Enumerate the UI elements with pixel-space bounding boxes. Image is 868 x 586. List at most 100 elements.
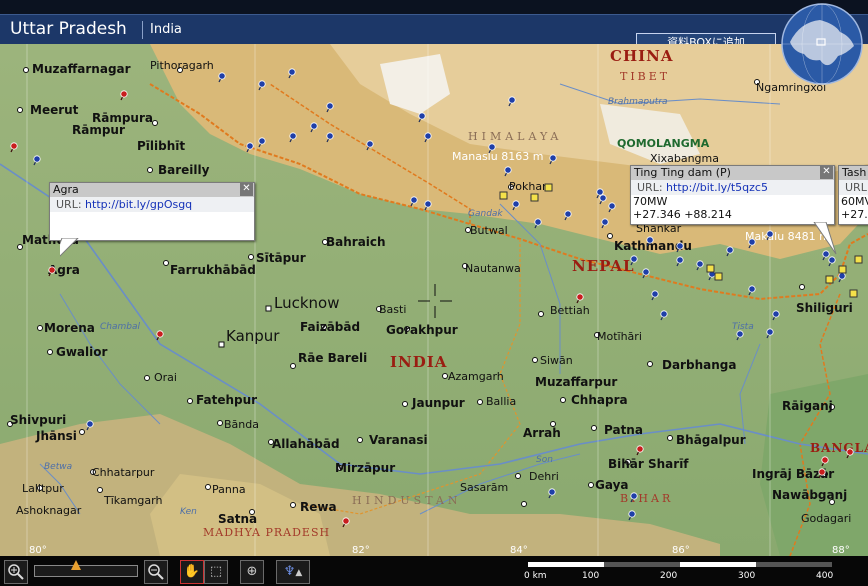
label-chhatarpur: Chhatarpur (92, 466, 155, 479)
popup-tash-coords: +27.3 (841, 208, 868, 221)
popup-agra-header: Agra ✕ (50, 183, 254, 197)
label-azamgarh: Azamgarh (448, 370, 504, 383)
pin-filter-button[interactable]: ♆▲ (276, 560, 310, 584)
label-china: CHINA (610, 47, 673, 65)
label-manaslu: Manaslu 8163 m (452, 150, 543, 163)
label-ashoknagar: Ashoknagar (16, 504, 82, 517)
title-separator (142, 21, 143, 39)
label-bahraich: Bahraich (326, 235, 386, 249)
popup-agra-url-label: URL: (56, 198, 82, 211)
label-basti: Basti (379, 303, 406, 316)
label-varanasi: Varanasi (369, 433, 428, 447)
label-bangla: BANGLA (810, 441, 868, 455)
label-deg-82: 82° (352, 545, 370, 556)
scale-bar: 0 km 100 200 300 400 (520, 561, 836, 581)
label-gwalior: Gwalior (56, 345, 108, 359)
label-motihari: Motīhāri (597, 330, 642, 343)
label-gaya: Gaya (595, 478, 629, 492)
label-kanpur: Kanpur (226, 327, 280, 345)
label-faizabad: Faizābād (300, 320, 360, 334)
label-darbhanga: Darbhanga (662, 358, 736, 372)
label-lalitpur: Lalitpur (22, 482, 64, 495)
label-deg-86: 86° (672, 545, 690, 556)
popup-ting-capacity: 70MW (633, 195, 668, 208)
popup-ting-ting-dam: Ting Ting dam (P) ✕ URL: http://bit.ly/t… (630, 165, 835, 225)
popup-ting-coords: +27.346 +88.214 (633, 208, 732, 221)
label-deg-84: 84° (510, 545, 528, 556)
map-app: Uttar Pradesh India 資料BOXに追加 CHINA NEPAL… (0, 0, 868, 586)
popup-ting-url-link[interactable]: http://bit.ly/t5qzc5 (666, 181, 768, 194)
label-betwa: Betwa (44, 462, 72, 472)
chevron-up-icon: ▲ (295, 568, 303, 578)
overview-globe[interactable] (780, 2, 864, 86)
zoom-in-button[interactable] (4, 560, 28, 584)
title-bar: Uttar Pradesh India 資料BOXに追加 (0, 14, 868, 53)
popup-tash-capacity: 60MV (841, 195, 868, 208)
popup-tash-header: Tash (839, 166, 868, 180)
label-shivpuri: Shivpuri (10, 413, 66, 427)
label-bareilly: Bareilly (158, 163, 210, 177)
label-madhya-pradesh: MADHYA PRADESH (203, 526, 330, 539)
zoom-slider[interactable] (34, 560, 138, 577)
label-rampur: Rāmpur (72, 123, 125, 137)
label-mirzapur: Mirzāpur (335, 461, 395, 475)
label-nautanwa: Nautanwa (465, 262, 521, 275)
label-bettiah: Bettiah (550, 304, 590, 317)
label-tibet: TIBET (620, 70, 670, 83)
label-deg-80: 80° (29, 545, 47, 556)
label-patna: Patna (604, 423, 643, 437)
label-tikamgarh: Tīkamgarh (103, 494, 162, 507)
zoom-in-icon (8, 564, 24, 580)
label-muzaffarpur: Muzaffarpur (535, 375, 617, 389)
label-rae-bareli: Rāe Bareli (298, 351, 367, 365)
label-godagari: Godagari (801, 512, 851, 525)
label-bhagalpur: Bhāgalpur (676, 433, 746, 447)
label-ken: Ken (180, 507, 197, 517)
label-fatehpur: Fatehpur (196, 393, 257, 407)
label-pithoragarh: Pithoragarh (150, 59, 214, 72)
label-arrah: Arrah (523, 426, 561, 440)
label-siwan: Siwān (540, 354, 573, 367)
popup-agra-pointer (60, 238, 79, 257)
label-allahabad: Allahābād (272, 437, 340, 451)
label-tista: Tista (732, 322, 754, 332)
scale-tick-100: 100 (582, 571, 600, 581)
zoom-slider-thumb[interactable] (71, 560, 82, 570)
scale-tick-300: 300 (738, 571, 756, 581)
popup-tash-title: Tash (842, 166, 867, 179)
label-ballia: Ballia (486, 395, 516, 408)
close-icon[interactable]: ✕ (820, 166, 833, 179)
zoom-out-button[interactable] (144, 560, 168, 584)
select-area-icon: ⬚ (209, 564, 223, 579)
label-himalaya: HIMALAYA (468, 130, 562, 143)
popup-agra-url-link[interactable]: http://bit.ly/gpOsgq (85, 198, 192, 211)
label-son: Son (536, 455, 553, 465)
label-bihar-sharif: Bihār Sharīf (608, 457, 689, 471)
map-canvas[interactable]: CHINA NEPAL INDIA BANGLA TIBET HIMALAYA … (0, 44, 868, 556)
center-button[interactable]: ⊕ (240, 560, 264, 584)
crosshair-icon: ⊕ (246, 564, 258, 579)
pan-button[interactable]: ✋ (180, 560, 204, 584)
label-gorakhpur: Gorakhpur (386, 323, 458, 337)
popup-agra-title: Agra (53, 183, 79, 196)
map-svg: CHINA NEPAL INDIA BANGLA TIBET HIMALAYA … (0, 44, 868, 556)
close-icon[interactable]: ✕ (240, 183, 253, 196)
label-jhansi: Jhānsi (35, 429, 77, 443)
label-morena: Morena (44, 321, 95, 335)
popup-ting-header: Ting Ting dam (P) ✕ (631, 166, 834, 180)
popup-agra-url-row: URL: http://bit.ly/gpOsgq (50, 197, 254, 212)
label-chhapra: Chhapra (571, 393, 628, 407)
label-banda: Bānda (224, 418, 259, 431)
label-gandak: Gandak (468, 209, 503, 219)
label-bihar: BIHAR (620, 492, 673, 505)
label-brahmaputra: Brahmaputra (608, 97, 668, 107)
label-chambal: Chambal (100, 322, 140, 332)
popup-tash: Tash URL 60MV +27.3 (838, 165, 868, 225)
label-butwal: Butwal (470, 224, 508, 237)
popup-ting-url-row: URL: http://bit.ly/t5qzc5 (631, 180, 834, 195)
hand-icon: ✋ (183, 564, 201, 579)
select-button[interactable]: ⬚ (204, 560, 228, 584)
label-xixabangma: Xixabangma (650, 152, 719, 165)
label-qomolangma: QOMOLANGMA (617, 137, 710, 150)
label-nawabganj: Nawābganj (772, 488, 847, 502)
